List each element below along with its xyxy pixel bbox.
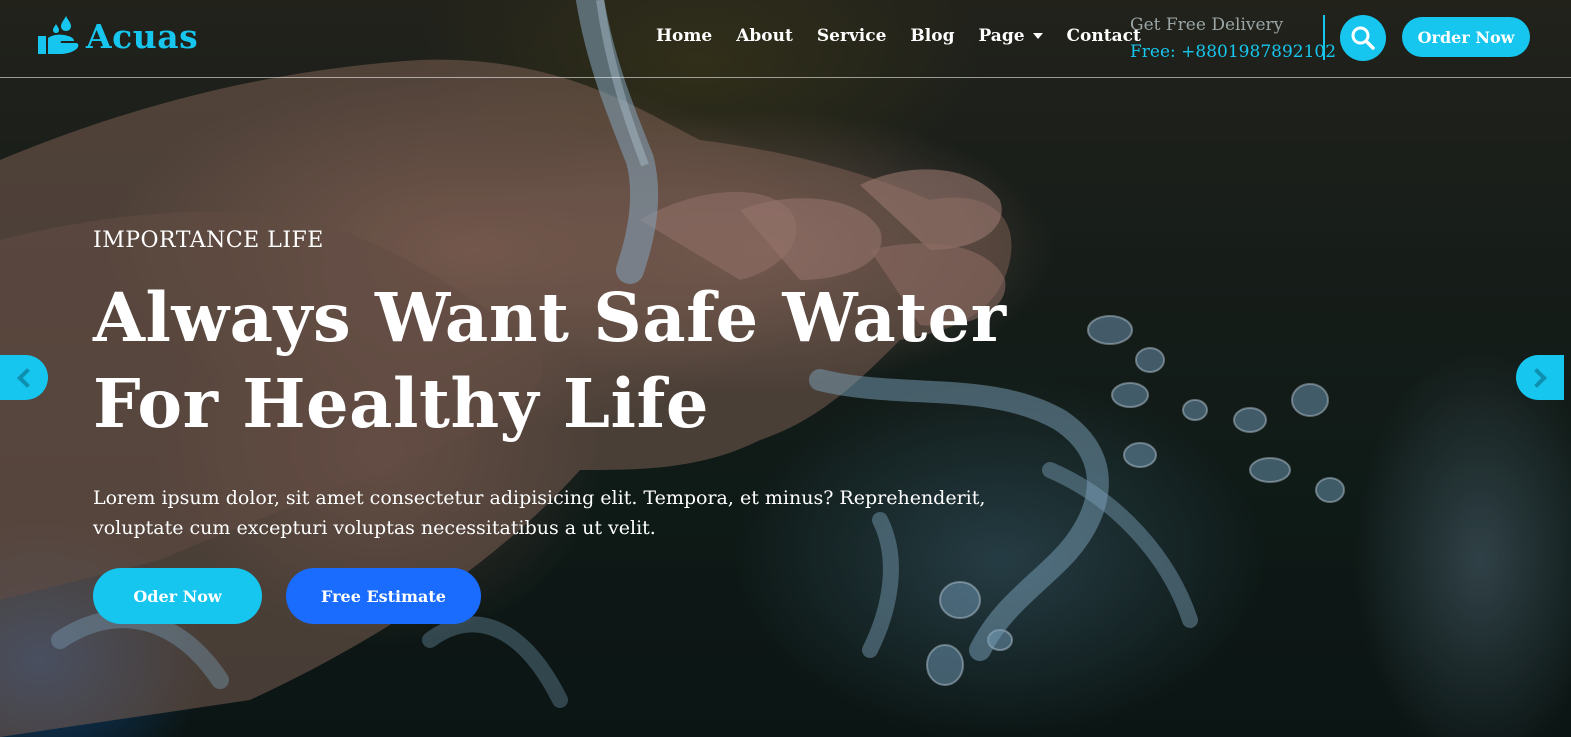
header-divider (1323, 15, 1325, 60)
hero-headline-line2: For Healthy Life (93, 364, 709, 443)
chevron-left-icon (17, 367, 37, 388)
nav-item-blog[interactable]: Blog (910, 26, 954, 46)
order-now-button[interactable]: Order Now (1402, 17, 1530, 57)
slider-prev-button[interactable] (0, 355, 48, 400)
hero-content: IMPORTANCE LIFE Always Want Safe Water F… (93, 228, 1093, 543)
search-button[interactable] (1340, 15, 1386, 61)
nav-item-page[interactable]: Page (978, 26, 1043, 46)
nav-item-about[interactable]: About (736, 26, 793, 46)
hero-headline: Always Want Safe Water For Healthy Life (93, 275, 1093, 447)
hand-water-drops-icon (38, 16, 79, 54)
caret-down-icon (1032, 33, 1043, 39)
nav-item-home[interactable]: Home (656, 26, 712, 46)
search-icon (1351, 26, 1375, 50)
hero-headline-line1: Always Want Safe Water (93, 278, 1007, 357)
site-header: Acuas Home About Service Blog Page Conta… (0, 0, 1571, 78)
delivery-title: Get Free Delivery (1130, 15, 1284, 35)
chevron-right-icon (1527, 367, 1547, 388)
nav-item-label: Service (816, 26, 887, 46)
nav-item-label: Page (978, 26, 1025, 46)
nav-item-label: About (736, 26, 793, 46)
nav-item-label: Home (656, 26, 713, 46)
hero-description: Lorem ipsum dolor, sit amet consectetur … (93, 487, 986, 539)
hero-buttons: Oder Now Free Estimate (93, 568, 481, 624)
main-nav: Home About Service Blog Page Contact (656, 26, 1165, 46)
logo[interactable]: Acuas (36, 14, 198, 58)
delivery-phone[interactable]: Free: +8801987892102 (1130, 39, 1336, 66)
hero-order-button[interactable]: Oder Now (93, 568, 262, 624)
delivery-info: Get Free Delivery Free: +8801987892102 (1130, 12, 1336, 66)
nav-item-service[interactable]: Service (817, 26, 887, 46)
hero-eyebrow: IMPORTANCE LIFE (93, 228, 324, 253)
brand-name: Acuas (86, 16, 199, 56)
nav-item-label: Blog (910, 26, 955, 46)
slider-next-button[interactable] (1516, 355, 1564, 400)
free-estimate-button[interactable]: Free Estimate (286, 568, 481, 624)
